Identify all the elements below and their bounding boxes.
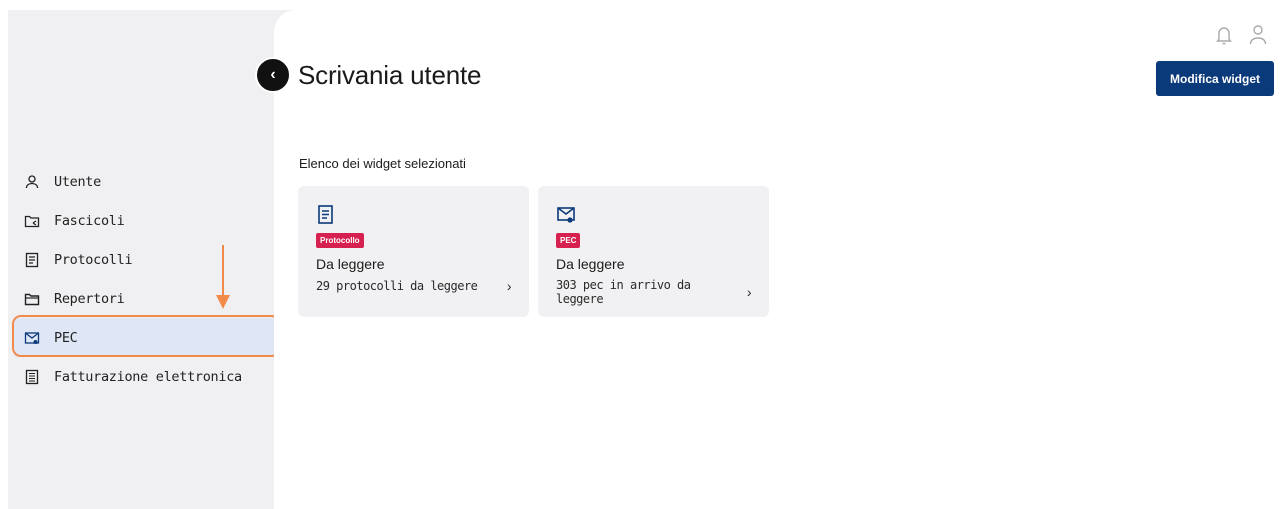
widget-card-protocolli[interactable]: Protocollo Da leggere 29 protocolli da l… bbox=[298, 186, 529, 317]
sidebar-item-protocolli[interactable]: Protocolli bbox=[14, 240, 274, 279]
chevron-left-icon: ‹ bbox=[270, 66, 276, 83]
sidebar-item-label: Fatturazione elettronica bbox=[54, 368, 242, 385]
sidebar-item-label: PEC bbox=[54, 329, 78, 346]
folder-share-icon bbox=[24, 215, 40, 227]
document-icon bbox=[25, 252, 39, 267]
sidebar-item-label: Repertori bbox=[54, 290, 125, 307]
widget-title: Da leggere bbox=[316, 256, 385, 272]
bell-icon[interactable] bbox=[1214, 24, 1234, 46]
widget-subtitle-row: 303 pec in arrivo da leggere › bbox=[556, 278, 769, 306]
widget-tag: Protocollo bbox=[316, 233, 364, 248]
document-icon bbox=[318, 205, 333, 224]
chevron-right-icon[interactable]: › bbox=[747, 284, 752, 300]
sidebar: Utente Fascicoli Protocolli Repertori PE… bbox=[8, 10, 280, 509]
folder-icon bbox=[24, 293, 40, 305]
widget-subtitle-row: 29 protocolli da leggere › bbox=[316, 278, 529, 294]
user-icon bbox=[25, 174, 39, 188]
widget-title: Da leggere bbox=[556, 256, 625, 272]
widget-subtitle: 29 protocolli da leggere bbox=[316, 279, 478, 293]
sidebar-nav: Utente Fascicoli Protocolli Repertori PE… bbox=[14, 162, 274, 396]
user-icon[interactable] bbox=[1248, 24, 1268, 46]
certified-mail-icon bbox=[24, 331, 40, 344]
widget-list: Protocollo Da leggere 29 protocolli da l… bbox=[298, 186, 769, 317]
top-icons bbox=[1214, 24, 1268, 46]
sidebar-item-fatturazione-elettronica[interactable]: Fatturazione elettronica bbox=[14, 357, 274, 396]
sidebar-item-label: Fascicoli bbox=[54, 212, 125, 229]
sidebar-item-repertori[interactable]: Repertori bbox=[14, 279, 274, 318]
widget-card-pec[interactable]: PEC Da leggere 303 pec in arrivo da legg… bbox=[538, 186, 769, 317]
widget-subtitle: 303 pec in arrivo da leggere bbox=[556, 278, 691, 306]
collapse-sidebar-button[interactable]: ‹ bbox=[255, 57, 291, 93]
sidebar-item-fascicoli[interactable]: Fascicoli bbox=[14, 201, 274, 240]
edit-widgets-button[interactable]: Modifica widget bbox=[1156, 61, 1274, 96]
section-label: Elenco dei widget selezionati bbox=[299, 156, 466, 171]
sidebar-item-label: Protocolli bbox=[54, 251, 133, 268]
main-content: Scrivania utente Modifica widget Elenco … bbox=[274, 10, 1282, 509]
sidebar-item-pec[interactable]: PEC bbox=[14, 318, 274, 357]
app-frame: Utente Fascicoli Protocolli Repertori PE… bbox=[8, 10, 1282, 509]
invoice-icon bbox=[25, 369, 39, 384]
sidebar-item-label: Utente bbox=[54, 173, 101, 190]
chevron-right-icon[interactable]: › bbox=[507, 278, 512, 294]
widget-tag: PEC bbox=[556, 233, 581, 248]
annotation-arrow-icon bbox=[216, 245, 230, 309]
certified-mail-icon bbox=[557, 207, 575, 223]
page-title: Scrivania utente bbox=[298, 60, 482, 90]
sidebar-item-utente[interactable]: Utente bbox=[14, 162, 274, 201]
